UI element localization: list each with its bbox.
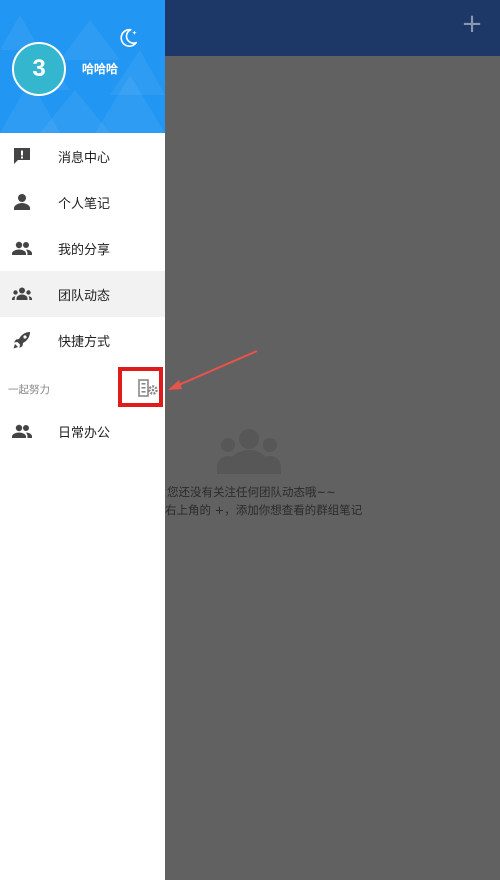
menu-item-my-shares[interactable]: 我的分享 — [0, 225, 165, 271]
menu-item-label: 个人笔记 — [58, 197, 111, 212]
menu-item-team-activity[interactable]: 团队动态 — [0, 271, 165, 317]
menu-item-personal-notes[interactable]: 个人笔记 — [0, 179, 165, 225]
menu-item-label: 快捷方式 — [58, 335, 111, 350]
menu-item-shortcuts[interactable]: 快捷方式 — [0, 317, 165, 363]
menu-item-label: 团队动态 — [58, 289, 111, 304]
profile-header: 3 哈哈哈 — [0, 0, 165, 133]
message-alert-icon — [14, 148, 30, 164]
group-icon — [217, 429, 281, 474]
navigation-drawer: 3 哈哈哈 消息中心 个人笔记 我的分享 团队动态 快捷方式 一起努力 日常办公 — [0, 0, 165, 880]
highlight-box — [118, 367, 163, 407]
people-icon — [12, 424, 32, 438]
group-icon — [12, 287, 32, 300]
username: 哈哈哈 — [82, 62, 119, 76]
menu-item-messages[interactable]: 消息中心 — [0, 133, 165, 179]
team-section-label: 一起努力 — [8, 384, 50, 396]
add-button[interactable]: + — [460, 9, 484, 39]
people-icon — [12, 241, 32, 255]
menu-item-label: 我的分享 — [58, 243, 111, 258]
annotation-arrow-icon — [168, 350, 258, 390]
rocket-icon — [13, 332, 30, 349]
empty-hint: 右上角的 +，添加你想查看的群组笔记 — [165, 503, 363, 517]
avatar-text: 3 — [32, 55, 46, 82]
plus-icon: + — [461, 9, 483, 39]
moon-icon[interactable] — [117, 27, 139, 49]
menu-item-label: 日常办公 — [58, 426, 111, 441]
avatar[interactable]: 3 — [12, 42, 66, 96]
menu-item-label: 消息中心 — [58, 151, 111, 166]
menu-item-daily-office[interactable]: 日常办公 — [0, 408, 165, 454]
person-icon — [14, 194, 30, 210]
empty-message: 您还没有关注任何团队动态哦~~ — [167, 485, 336, 499]
